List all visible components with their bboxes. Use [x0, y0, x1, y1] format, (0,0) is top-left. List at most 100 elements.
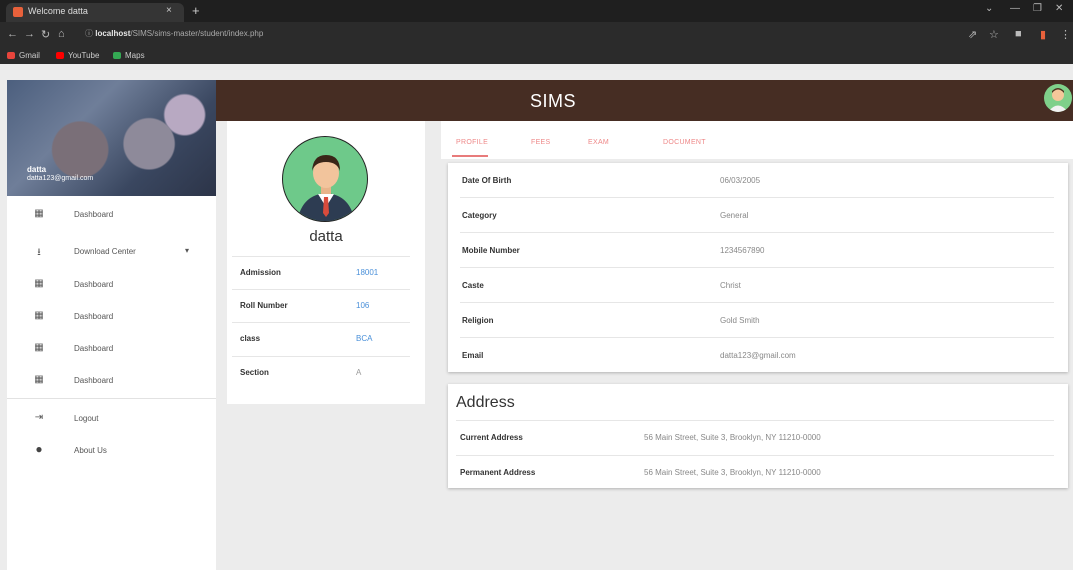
tab-profile[interactable]: PROFILE: [456, 139, 488, 146]
detail-row-religion: Religion Gold Smith: [448, 303, 1068, 338]
info-icon: ●: [35, 442, 43, 456]
sidebar-item-label: Logout: [74, 414, 99, 423]
profile-row-label: Section: [240, 368, 269, 377]
profile-row-value: 106: [356, 301, 370, 310]
profile-avatar: [282, 136, 368, 222]
menu-icon[interactable]: ⋮: [1060, 28, 1071, 41]
minimize-icon[interactable]: —: [1010, 3, 1020, 14]
app-header: [216, 80, 1073, 121]
sidebar-item-download-center[interactable]: ⭳ Download Center ▾: [7, 237, 216, 267]
detail-value: 06/03/2005: [720, 176, 761, 185]
close-window-icon[interactable]: ✕: [1055, 3, 1063, 14]
site-info-icon[interactable]: ⓘ: [85, 29, 95, 38]
address-value: 56 Main Street, Suite 3, Brooklyn, NY 11…: [644, 468, 821, 477]
address-title: Address: [456, 394, 515, 411]
detail-label: Email: [462, 351, 484, 360]
tab-document[interactable]: DOCUMENT: [663, 139, 706, 146]
profile-row-section: Section A: [232, 356, 410, 387]
profile-row-value: BCA: [356, 334, 373, 343]
url-field[interactable]: ⓘ localhost/SIMS/sims-master/student/ind…: [85, 28, 945, 42]
user-avatar[interactable]: [1044, 84, 1072, 112]
detail-label: Religion: [462, 316, 494, 325]
tab-exam[interactable]: EXAM: [588, 139, 609, 146]
sidebar-item-dashboard-3[interactable]: ▦ Dashboard: [7, 302, 216, 332]
bookmark-gmail[interactable]: Gmail: [7, 51, 40, 60]
logout-icon: ⇥: [34, 412, 44, 423]
detail-value: Gold Smith: [720, 316, 760, 325]
share-icon[interactable]: ⇗: [968, 28, 977, 41]
detail-row-date-of-birth: Date Of Birth 06/03/2005: [448, 163, 1068, 198]
address-value: 56 Main Street, Suite 3, Brooklyn, NY 11…: [644, 433, 821, 442]
caret-down-icon: ▾: [185, 246, 190, 255]
sidebar-item-label: Dashboard: [74, 312, 114, 321]
profile-row-admission: Admission 18001: [232, 256, 410, 287]
new-tab-button[interactable]: +: [192, 3, 200, 18]
grid-icon: ▦: [34, 208, 44, 219]
row-divider: [456, 455, 1054, 456]
detail-value: 1234567890: [720, 246, 765, 255]
detail-label: Category: [462, 211, 497, 220]
profile-row-label: class: [240, 334, 261, 343]
favicon-icon: [13, 7, 23, 17]
sidebar-item-label: Dashboard: [74, 376, 114, 385]
profile-row-roll-number: Roll Number 106: [232, 289, 410, 320]
sidebar-item-label: Download Center: [74, 247, 136, 256]
sidebar-item-dashboard-2[interactable]: ▦ Dashboard: [7, 270, 216, 300]
sidebar-item-logout[interactable]: ⇥ Logout: [7, 404, 216, 434]
chevron-down-icon[interactable]: ⌄: [985, 3, 993, 14]
grid-icon: ▦: [34, 374, 44, 385]
detail-row-caste: Caste Christ: [448, 268, 1068, 303]
detail-value: datta123@gmail.com: [720, 351, 796, 360]
address-row-current: Current Address 56 Main Street, Suite 3,…: [448, 420, 1068, 454]
address-row-permanent: Permanent Address 56 Main Street, Suite …: [448, 455, 1068, 489]
bookmarks-bar: [0, 48, 1073, 64]
address-label: Permanent Address: [460, 468, 536, 477]
sidebar-item-label: Dashboard: [74, 344, 114, 353]
active-tab-indicator: [452, 155, 488, 157]
gmail-icon: [7, 52, 15, 59]
bookmark-youtube[interactable]: YouTube: [56, 51, 99, 60]
back-icon[interactable]: ←: [7, 28, 18, 40]
app-title: SIMS: [530, 91, 577, 111]
url-path: /SIMS/sims-master/student/index.php: [130, 29, 264, 38]
detail-value: Christ: [720, 281, 741, 290]
detail-row-mobile-number: Mobile Number 1234567890: [448, 233, 1068, 268]
sidebar-item-label: Dashboard: [74, 280, 114, 289]
detail-label: Caste: [462, 281, 484, 290]
download-icon: ⭳: [37, 247, 41, 258]
sidebar-user-name: datta: [27, 165, 47, 174]
close-tab-icon[interactable]: ×: [166, 5, 172, 16]
maximize-icon[interactable]: ❐: [1033, 3, 1042, 14]
sidebar-user-email: datta123@gmail.com: [27, 175, 94, 182]
profile-row-label: Roll Number: [240, 301, 288, 310]
address-label: Current Address: [460, 433, 523, 442]
sidebar-divider: [7, 398, 216, 399]
browser-tab[interactable]: Welcome datta ×: [6, 3, 184, 22]
sidebar-item-dashboard-5[interactable]: ▦ Dashboard: [7, 366, 216, 396]
url-host: localhost: [95, 29, 131, 38]
grid-icon: ▦: [34, 310, 44, 321]
sidebar-item-dashboard-4[interactable]: ▦ Dashboard: [7, 334, 216, 364]
detail-label: Date Of Birth: [462, 176, 512, 185]
browser-tab-title: Welcome datta: [28, 6, 88, 16]
forward-icon[interactable]: →: [24, 28, 35, 40]
home-icon[interactable]: ⌂: [58, 28, 65, 40]
youtube-icon: [56, 52, 64, 59]
extension-icon-2[interactable]: ▮: [1040, 28, 1046, 41]
bookmark-star-icon[interactable]: ☆: [989, 28, 999, 41]
bookmark-maps[interactable]: Maps: [113, 51, 145, 60]
detail-label: Mobile Number: [462, 246, 520, 255]
profile-row-class: class BCA: [232, 322, 410, 353]
grid-icon: ▦: [34, 342, 44, 353]
sidebar-item-label: Dashboard: [74, 210, 114, 219]
profile-row-value: 18001: [356, 268, 379, 277]
detail-row-email: Email datta123@gmail.com: [448, 338, 1068, 373]
reload-icon[interactable]: ↻: [41, 28, 50, 41]
maps-icon: [113, 52, 121, 59]
grid-icon: ▦: [34, 278, 44, 289]
sidebar-item-about-us[interactable]: ● About Us: [7, 436, 216, 466]
tab-fees[interactable]: FEES: [531, 139, 550, 146]
sidebar-item-dashboard[interactable]: ▦ Dashboard: [7, 200, 216, 230]
extension-icon[interactable]: ■: [1015, 28, 1022, 40]
profile-name: datta: [309, 228, 343, 245]
